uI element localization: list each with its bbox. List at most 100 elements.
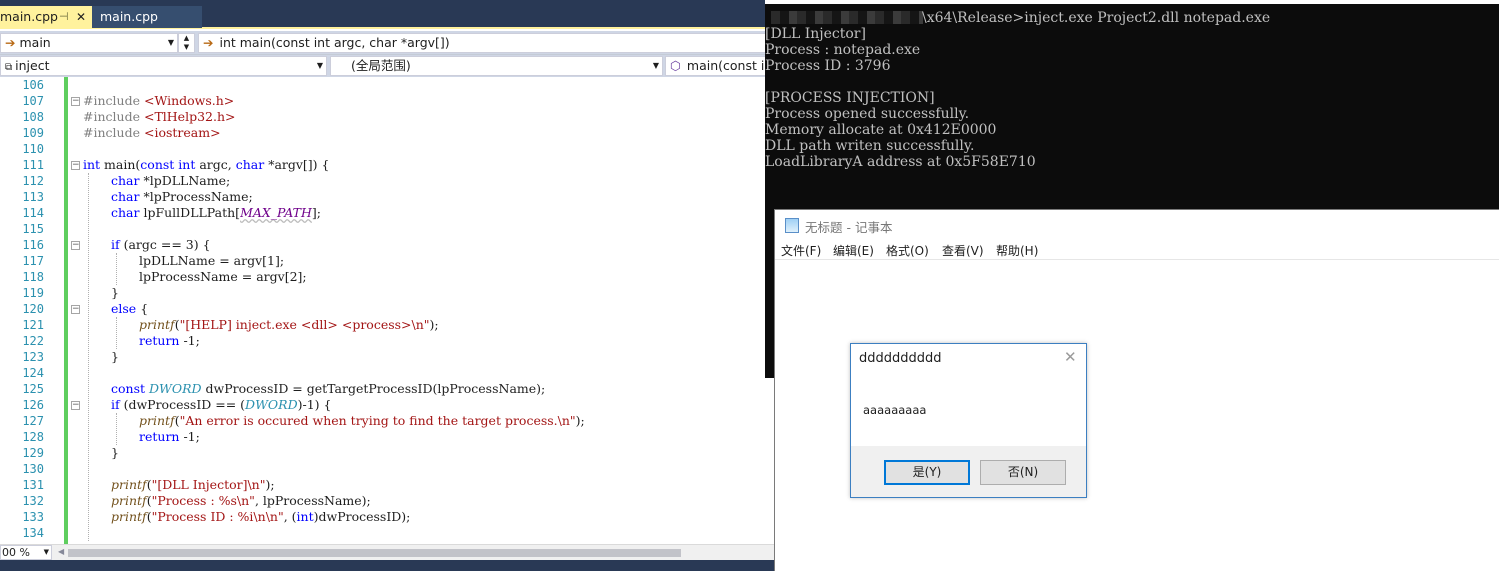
indent-guide [116, 253, 117, 285]
code-line[interactable]: if (dwProcessID == (DWORD)-1) { [111, 397, 331, 413]
scope-dropdown[interactable]: ➔ main ▼ [0, 33, 178, 53]
collapse-icon[interactable]: − [71, 305, 80, 314]
scope-spin-buttons[interactable]: ▲ ▼ [178, 33, 195, 53]
code-line[interactable]: char lpFullDLLPath[MAX_PATH]; [111, 205, 321, 221]
indent-guide [116, 413, 117, 445]
line-number: 130 [22, 462, 44, 476]
code-line[interactable]: if (argc == 3) { [111, 237, 211, 253]
chevron-down-icon: ▼ [652, 61, 659, 70]
line-number: 107 [22, 94, 44, 108]
global-scope-dropdown-value: (全局范围) [351, 58, 411, 73]
console-line: [DLL Injector] [765, 26, 866, 42]
close-icon[interactable]: ✕ [76, 6, 86, 28]
code-line[interactable]: int main(const int argc, char *argv[]) { [83, 157, 330, 173]
menu-help[interactable]: 帮助(H) [996, 242, 1038, 259]
member-dropdown[interactable]: ⬡ main(const int [665, 56, 775, 76]
line-number: 108 [22, 110, 44, 124]
close-icon[interactable]: ✕ [1064, 348, 1077, 366]
zoom-value: 00 % [2, 546, 30, 559]
code-line[interactable]: printf("[HELP] inject.exe <dll> <process… [139, 317, 439, 333]
code-line[interactable]: char *lpDLLName; [111, 173, 230, 189]
console-line: Memory allocate at 0x412E0000 [765, 122, 997, 138]
dialog-title: dddddddddd [859, 351, 942, 366]
console-line: DLL path writen successfully. [765, 138, 975, 154]
collapse-icon[interactable]: − [71, 401, 80, 410]
console-line: Process ID : 3796 [765, 58, 891, 74]
navigation-bar-top: ➔ main ▼ ▲ ▼ ➔ int main(const int argc, cha… [0, 31, 775, 55]
code-line[interactable]: return -1; [139, 333, 200, 349]
code-line[interactable]: } [111, 349, 119, 365]
console-line: [PROCESS INJECTION] [765, 90, 935, 106]
collapse-icon[interactable]: − [71, 241, 80, 250]
line-number: 106 [22, 78, 44, 92]
notepad-menu-bar: 文件(F) 编辑(E) 格式(O) 查看(V) 帮助(H) [775, 240, 1499, 260]
function-dropdown-value: int main(const int argc, char *argv[]) [219, 35, 450, 50]
code-line[interactable]: const DWORD dwProcessID = getTargetProce… [111, 381, 545, 397]
menu-edit[interactable]: 编辑(E) [833, 242, 874, 259]
line-number: 127 [22, 414, 44, 428]
zoom-dropdown[interactable]: 00 % ▼ [0, 545, 52, 560]
pin-icon[interactable]: ⊣ [59, 6, 69, 28]
project-dropdown[interactable]: ⧉ inject ▼ [0, 56, 327, 76]
ide-bottom-strip [0, 560, 775, 571]
tab-main-cpp-active[interactable]: main.cpp ⊣ ✕ [0, 6, 92, 28]
code-line[interactable]: #include <iostream> [83, 125, 221, 141]
code-line[interactable]: #include <Windows.h> [83, 93, 234, 109]
indent-guide [88, 173, 89, 541]
menu-file[interactable]: 文件(F) [781, 242, 821, 259]
tab-main-cpp[interactable]: main.cpp [92, 6, 202, 28]
menu-format[interactable]: 格式(O) [886, 242, 929, 259]
line-number: 121 [22, 318, 44, 332]
collapse-icon[interactable]: − [71, 97, 80, 106]
line-number: 120 [22, 302, 44, 316]
code-line[interactable]: #include <TlHelp32.h> [83, 109, 235, 125]
line-number: 113 [22, 190, 44, 204]
code-editor[interactable]: 106 107 108 109 110 111 112 113 114 115 116 117 118 1… [0, 77, 775, 544]
code-line[interactable]: printf("Process ID : %i\n\n", (int)dwPro… [111, 509, 410, 525]
line-number: 116 [22, 238, 44, 252]
no-button[interactable]: 否(N) [980, 460, 1066, 485]
code-line[interactable]: } [111, 445, 119, 461]
code-line[interactable]: } [111, 285, 119, 301]
arrow-right-icon: ➔ [203, 35, 214, 50]
redacted-path [771, 11, 923, 24]
line-number: 119 [22, 286, 44, 300]
menu-view[interactable]: 查看(V) [942, 242, 984, 259]
notepad-title-bar: 无标题 - 记事本 [775, 210, 1499, 240]
line-number: 132 [22, 494, 44, 508]
line-number: 112 [22, 174, 44, 188]
line-number: 129 [22, 446, 44, 460]
line-number: 126 [22, 398, 44, 412]
console-line: Process opened successfully. [765, 106, 970, 122]
global-scope-dropdown[interactable]: (全局范围) ▼ [330, 56, 663, 76]
code-line[interactable]: printf("[DLL Injector]\n"); [111, 477, 275, 493]
line-number: 122 [22, 334, 44, 348]
code-line[interactable]: lpProcessName = argv[2]; [139, 269, 307, 285]
horizontal-scrollbar[interactable] [68, 549, 681, 557]
console-command-line: \x64\Release>inject.exe Project2.dll not… [922, 10, 1271, 26]
function-dropdown[interactable]: ➔ int main(const int argc, char *argv[]) [198, 33, 775, 53]
console-line: Process : notepad.exe [765, 42, 921, 58]
indent-guide [116, 317, 117, 349]
code-area[interactable]: #include <Windows.h> #include <TlHelp32.h… [68, 77, 775, 544]
code-line[interactable]: char *lpProcessName; [111, 189, 253, 205]
line-number: 117 [22, 254, 44, 268]
code-line[interactable]: return -1; [139, 429, 200, 445]
code-line[interactable]: printf("An error is occured when trying … [139, 413, 585, 429]
line-number: 133 [22, 510, 44, 524]
line-number: 125 [22, 382, 44, 396]
code-line[interactable]: lpDLLName = argv[1]; [139, 253, 284, 269]
scroll-left-icon[interactable]: ◀ [58, 547, 64, 556]
collapse-icon[interactable]: − [71, 161, 80, 170]
tab-label: main.cpp [0, 9, 58, 24]
code-line[interactable]: printf("Process : %s\n", lpProcessName); [111, 493, 371, 509]
yes-button[interactable]: 是(Y) [884, 460, 970, 485]
console-top-border [765, 0, 1499, 4]
chevron-down-icon: ▼ [43, 548, 49, 556]
line-number: 134 [22, 526, 44, 540]
code-line[interactable]: else { [111, 301, 148, 317]
dialog-button-area: 是(Y) 否(N) [851, 446, 1086, 497]
project-dropdown-value: inject [15, 58, 50, 73]
scope-dropdown-value: main [19, 35, 51, 50]
line-number: 128 [22, 430, 44, 444]
